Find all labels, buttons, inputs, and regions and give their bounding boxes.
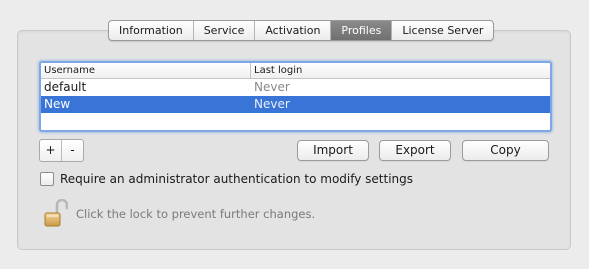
tab-bar: Information Service Activation Profiles … <box>108 20 495 41</box>
require-admin-auth-checkbox[interactable] <box>40 172 54 186</box>
cell-last-login: Never <box>254 80 290 94</box>
tab-activation[interactable]: Activation <box>255 21 332 40</box>
profiles-table[interactable]: Username Last login default Never New Ne… <box>39 61 552 132</box>
export-button[interactable]: Export <box>379 140 451 161</box>
cell-last-login: Never <box>254 97 290 111</box>
table-header: Username Last login <box>41 63 550 79</box>
lock-open-icon[interactable] <box>44 199 68 229</box>
remove-profile-button[interactable]: - <box>62 140 83 161</box>
cell-username: New <box>44 97 71 111</box>
lock-row: Click the lock to prevent further change… <box>44 197 315 231</box>
copy-button[interactable]: Copy <box>462 140 549 161</box>
add-remove-group: + - <box>39 139 84 162</box>
table-row[interactable]: default Never <box>41 79 550 96</box>
add-profile-button[interactable]: + <box>40 140 62 161</box>
tab-profiles[interactable]: Profiles <box>331 21 393 40</box>
tab-license-server[interactable]: License Server <box>392 21 493 40</box>
require-admin-auth-option[interactable]: Require an administrator authentication … <box>40 171 413 187</box>
tab-information[interactable]: Information <box>109 21 194 40</box>
column-header-username[interactable]: Username <box>41 63 251 78</box>
cell-username: default <box>44 80 87 94</box>
column-header-last-login[interactable]: Last login <box>251 63 302 78</box>
lock-hint-text: Click the lock to prevent further change… <box>76 207 316 221</box>
table-row[interactable]: New Never <box>41 96 550 113</box>
require-admin-auth-label: Require an administrator authentication … <box>60 172 414 186</box>
tab-service[interactable]: Service <box>194 21 256 40</box>
import-button[interactable]: Import <box>297 140 369 161</box>
